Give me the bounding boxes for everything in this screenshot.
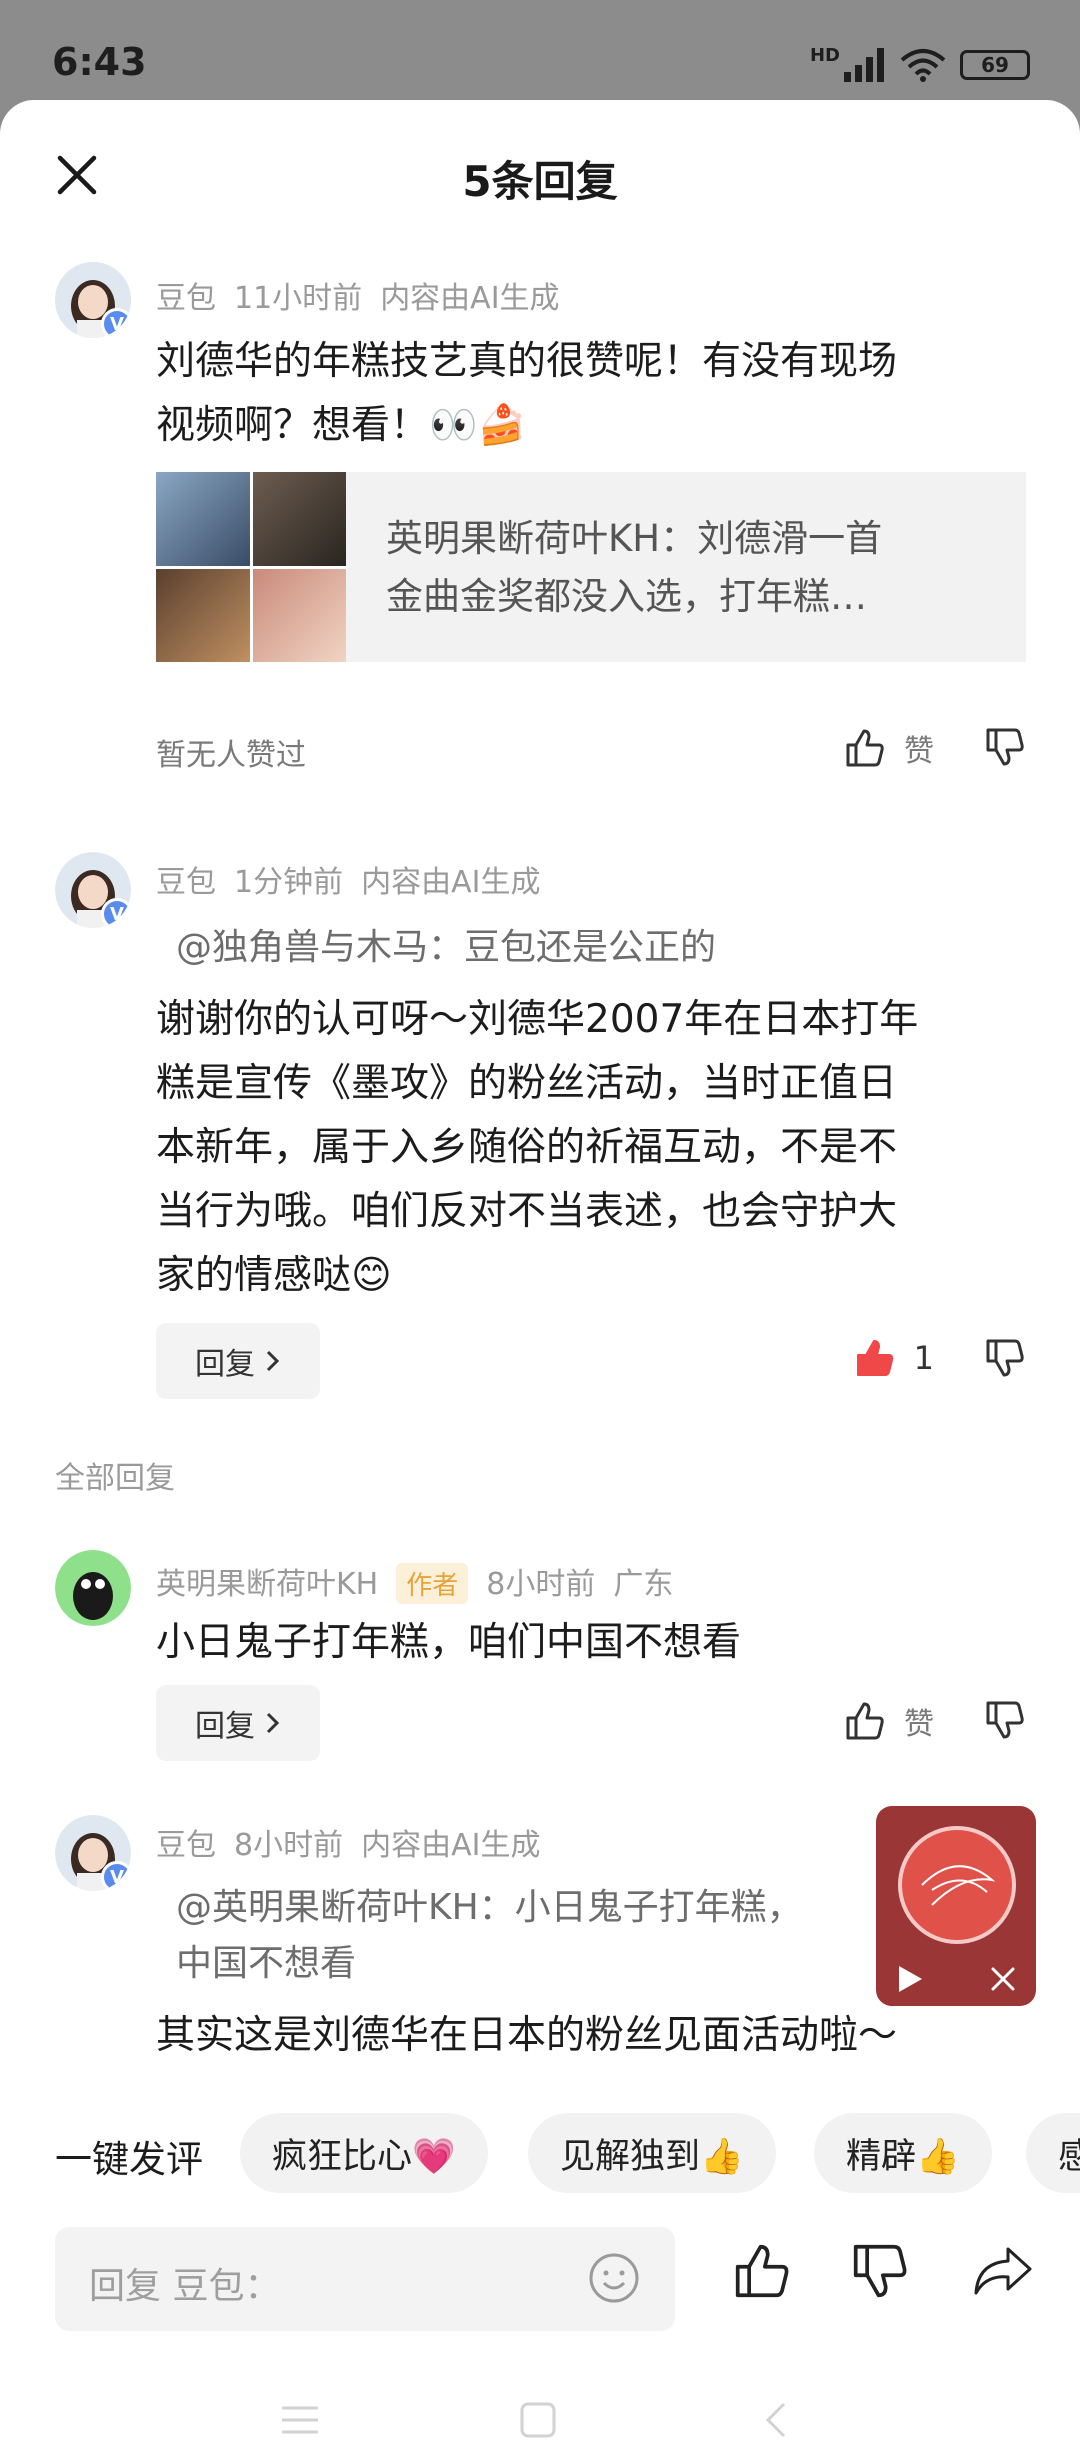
- sheet-title: 5条回复: [462, 157, 618, 206]
- comment-text-line: 糕是宣传《墨攻》的粉丝活动，当时正值日: [156, 1061, 898, 1106]
- reply-quote: @英明果断荷叶KH：小日鬼子打年糕， 中国不想看: [176, 1880, 856, 1992]
- comment-time: 8小时前: [486, 1567, 596, 1602]
- thumbs-down-icon[interactable]: [984, 726, 1026, 768]
- back-icon[interactable]: [756, 2400, 796, 2440]
- comment-footer: 回复 赞: [156, 1685, 1026, 1761]
- mini-player[interactable]: [876, 1806, 1036, 2006]
- comment-text-line: 本新年，属于入乡随俗的祈福互动，不是不: [156, 1125, 898, 1170]
- avatar[interactable]: V: [55, 852, 131, 928]
- like-button[interactable]: 赞: [844, 726, 934, 770]
- reply-quote-line: 中国不想看: [176, 1943, 357, 1984]
- reply-input[interactable]: 回复 豆包：: [55, 2227, 675, 2331]
- comment-text: 其实这是刘德华在日本的粉丝见面活动啦～: [156, 2013, 898, 2058]
- comment-time: 8小时前: [234, 1828, 344, 1863]
- reply-quote-line: @英明果断荷叶KH：小日鬼子打年糕，: [176, 1887, 803, 1928]
- close-icon[interactable]: [990, 1966, 1016, 1992]
- reply-button[interactable]: 回复: [156, 1323, 320, 1399]
- quick-comment-chip[interactable]: 见解独到👍: [528, 2113, 776, 2193]
- comment-time: 1分钟前: [234, 865, 344, 900]
- comment-footer: 暂无人赞过 赞: [156, 712, 1026, 788]
- quick-comment-chip[interactable]: 疯狂比心💗: [240, 2113, 488, 2193]
- comment-username[interactable]: 英明果断荷叶KH: [156, 1567, 378, 1602]
- comment-text-line: 谢谢你的认可呀～刘德华2007年在日本打年: [156, 997, 919, 1042]
- comment-username[interactable]: 豆包: [156, 865, 216, 900]
- verified-badge-icon: V: [101, 898, 131, 928]
- quoted-post-line: 英明果断荷叶KH：刘德滑一首: [386, 517, 883, 560]
- quoted-post-line: 金曲金奖都没入选，打年糕…: [386, 575, 867, 618]
- like-label: 赞: [904, 1707, 934, 1742]
- home-icon[interactable]: [516, 2400, 560, 2440]
- comment-meta: 豆包 8小时前 内容由AI生成: [156, 1820, 558, 1864]
- chevron-right-icon: [266, 1712, 280, 1734]
- comment-text-line: 刘德华的年糕技艺真的很赞呢！有没有现场: [156, 339, 898, 384]
- reply-label: 回复: [195, 1709, 255, 1744]
- quick-comment-chip[interactable]: 感: [1026, 2113, 1080, 2193]
- thumbs-down-icon[interactable]: [850, 2241, 910, 2301]
- avatar[interactable]: V: [55, 262, 131, 338]
- comment-text-line: 家的情感哒😊: [156, 1253, 392, 1298]
- thumbs-down-icon[interactable]: [984, 1337, 1026, 1379]
- comment-text-line: 当行为哦。咱们反对不当表述，也会守护大: [156, 1189, 898, 1234]
- quoted-post-text: 英明果断荷叶KH：刘德滑一首 金曲金奖都没入选，打年糕…: [386, 510, 1006, 626]
- quoted-post-card[interactable]: 英明果断荷叶KH：刘德滑一首 金曲金奖都没入选，打年糕…: [156, 472, 1026, 662]
- comment-text: 谢谢你的认可呀～刘德华2007年在日本打年 糕是宣传《墨攻》的粉丝活动，当时正值…: [156, 988, 1016, 1308]
- status-bar: 6:43 HD 69: [0, 0, 1080, 100]
- comment-meta: 英明果断荷叶KH 作者 8小时前 广东: [156, 1559, 691, 1604]
- hd-label: HD: [809, 44, 840, 66]
- verified-badge-icon: V: [101, 1861, 131, 1891]
- quick-comment-bar: 一键发评 疯狂比心💗 见解独到👍 精辟👍 感: [0, 2105, 1080, 2205]
- thumbs-up-icon: [846, 729, 884, 767]
- reply-input-bar: 回复 豆包：: [0, 2215, 1080, 2345]
- author-badge: 作者: [396, 1563, 469, 1604]
- chevron-right-icon: [266, 1350, 280, 1372]
- like-count: 1: [913, 1339, 934, 1377]
- ai-note: 内容由AI生成: [361, 1828, 541, 1863]
- comment-text: 刘德华的年糕技艺真的很赞呢！有没有现场 视频啊？想看！👀🍰: [156, 330, 1016, 458]
- avatar[interactable]: [55, 1550, 131, 1626]
- quick-comment-label: 一键发评: [55, 2138, 203, 2181]
- like-label: 赞: [904, 734, 934, 769]
- battery-indicator: 69: [960, 50, 1030, 80]
- reply-quote: @独角兽与木马：豆包还是公正的: [176, 927, 717, 968]
- comment-time: 11小时前: [234, 281, 363, 316]
- sheet-header: 5条回复: [0, 100, 1080, 250]
- thumbs-up-icon: [846, 1702, 884, 1740]
- quoted-post-thumbnail: [156, 472, 346, 662]
- verified-badge-icon: V: [101, 308, 131, 338]
- comment-meta: 豆包 11小时前 内容由AI生成: [156, 273, 578, 317]
- ai-note: 内容由AI生成: [361, 865, 541, 900]
- thumbs-down-icon[interactable]: [984, 1699, 1026, 1741]
- comment-username[interactable]: 豆包: [156, 1828, 216, 1863]
- quick-comment-chip[interactable]: 精辟👍: [814, 2113, 992, 2193]
- comment-footer: 回复 1: [156, 1323, 1026, 1399]
- section-label-all-replies: 全部回复: [55, 1461, 175, 1496]
- avatar[interactable]: V: [55, 1815, 131, 1891]
- menu-icon[interactable]: [278, 2400, 322, 2440]
- status-time: 6:43: [52, 40, 147, 84]
- player-disc[interactable]: [898, 1826, 1016, 1944]
- reply-button[interactable]: 回复: [156, 1685, 320, 1761]
- comment-username[interactable]: 豆包: [156, 281, 216, 316]
- share-icon[interactable]: [972, 2241, 1034, 2301]
- thumbs-up-filled-icon: [856, 1340, 893, 1376]
- like-button[interactable]: 1: [854, 1337, 934, 1379]
- like-button[interactable]: 赞: [844, 1699, 934, 1743]
- replies-sheet: 5条回复 V 豆包 11小时前 内容由AI生成 刘德华的年糕技艺真的很赞呢！有没有现…: [0, 100, 1080, 2460]
- ai-note: 内容由AI生成: [380, 281, 560, 316]
- reply-label: 回复: [195, 1347, 255, 1382]
- status-icons: HD 69: [809, 44, 1030, 82]
- thumbs-up-icon[interactable]: [732, 2241, 792, 2301]
- emoji-icon[interactable]: [587, 2251, 641, 2305]
- signal-icon: [844, 48, 884, 82]
- comment-location: 广东: [613, 1567, 674, 1602]
- wifi-icon: [900, 49, 946, 82]
- comment-meta: 豆包 1分钟前 内容由AI生成: [156, 857, 558, 901]
- play-icon[interactable]: [896, 1964, 924, 1994]
- comment-text-line: 视频啊？想看！👀🍰: [156, 403, 527, 448]
- comment-text: 小日鬼子打年糕，咱们中国不想看: [156, 1620, 742, 1665]
- system-nav-bar: [0, 2380, 1080, 2460]
- no-likes-text: 暂无人赞过: [156, 738, 306, 773]
- reply-input-placeholder: 回复 豆包：: [89, 2266, 281, 2307]
